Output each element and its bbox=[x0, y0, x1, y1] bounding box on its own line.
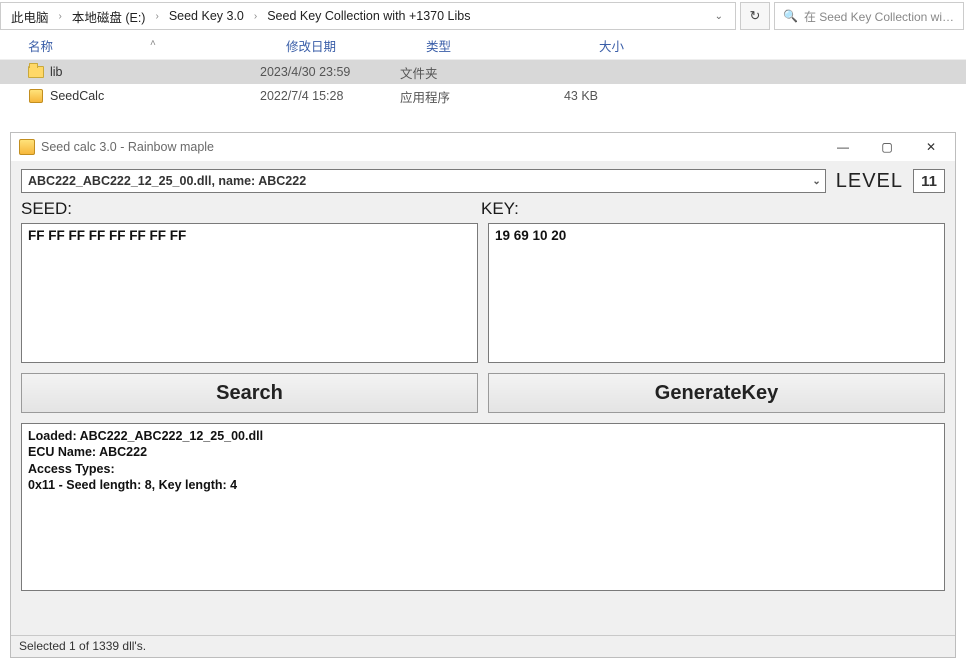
explorer-search-input[interactable]: 🔍 在 Seed Key Collection wit... bbox=[774, 2, 964, 30]
search-placeholder: 在 Seed Key Collection wit... bbox=[804, 8, 955, 25]
seedcalc-window: Seed calc 3.0 - Rainbow maple — ▢ ✕ ABC2… bbox=[10, 132, 956, 658]
chevron-right-icon: › bbox=[252, 11, 259, 22]
dll-select[interactable]: ABC222_ABC222_12_25_00.dll, name: ABC222… bbox=[21, 169, 826, 193]
file-size: 43 KB bbox=[518, 89, 598, 103]
dll-selected-value: ABC222_ABC222_12_25_00.dll, name: ABC222 bbox=[28, 174, 306, 188]
level-value: 11 bbox=[921, 173, 937, 190]
level-label: LEVEL bbox=[836, 170, 903, 193]
column-date[interactable]: 修改日期 bbox=[286, 36, 426, 55]
folder-icon bbox=[26, 66, 46, 78]
breadcrumb[interactable]: Seed Key Collection with +1370 Libs bbox=[263, 7, 474, 25]
app-icon bbox=[19, 139, 35, 155]
search-button[interactable]: Search bbox=[21, 373, 478, 413]
seed-value: FF FF FF FF FF FF FF FF bbox=[28, 228, 186, 243]
breadcrumb[interactable]: 此电脑 bbox=[7, 5, 53, 28]
file-date: 2023/4/30 23:59 bbox=[260, 65, 400, 79]
file-name: SeedCalc bbox=[50, 89, 104, 103]
chevron-down-icon[interactable]: ⌄ bbox=[709, 9, 729, 24]
maximize-icon: ▢ bbox=[881, 140, 892, 154]
search-icon: 🔍 bbox=[783, 9, 798, 23]
key-label: KEY: bbox=[481, 199, 519, 219]
column-size[interactable]: 大小 bbox=[544, 36, 624, 55]
file-date: 2022/7/4 15:28 bbox=[260, 89, 400, 103]
column-name[interactable]: 名称 bbox=[28, 36, 286, 55]
list-item[interactable]: SeedCalc 2022/7/4 15:28 应用程序 43 KB bbox=[0, 84, 966, 108]
explorer-toolbar: 此电脑 › 本地磁盘 (E:) › Seed Key 3.0 › Seed Ke… bbox=[0, 0, 966, 32]
status-bar: Selected 1 of 1339 dll's. bbox=[11, 635, 955, 657]
refresh-button[interactable]: ↻ bbox=[740, 2, 770, 30]
level-input[interactable]: 11 bbox=[913, 169, 945, 193]
breadcrumb[interactable]: Seed Key 3.0 bbox=[165, 7, 248, 25]
app-icon bbox=[26, 89, 46, 103]
refresh-icon: ↻ bbox=[750, 8, 761, 24]
maximize-button[interactable]: ▢ bbox=[865, 133, 909, 161]
column-headers: ˄ 名称 修改日期 类型 大小 bbox=[0, 32, 966, 60]
minimize-icon: — bbox=[837, 140, 849, 154]
close-icon: ✕ bbox=[926, 140, 936, 154]
sort-indicator-icon: ˄ bbox=[150, 38, 156, 49]
client-area: ABC222_ABC222_12_25_00.dll, name: ABC222… bbox=[11, 161, 955, 657]
file-explorer: 此电脑 › 本地磁盘 (E:) › Seed Key 3.0 › Seed Ke… bbox=[0, 0, 966, 132]
list-item[interactable]: lib 2023/4/30 23:59 文件夹 bbox=[0, 60, 966, 84]
status-text: Selected 1 of 1339 dll's. bbox=[19, 639, 146, 653]
key-value: 19 69 10 20 bbox=[495, 228, 566, 243]
search-button-label: Search bbox=[216, 382, 283, 405]
chevron-right-icon: › bbox=[153, 11, 160, 22]
seed-input[interactable]: FF FF FF FF FF FF FF FF bbox=[21, 223, 478, 363]
breadcrumb[interactable]: 本地磁盘 (E:) bbox=[68, 5, 150, 28]
close-button[interactable]: ✕ bbox=[909, 133, 953, 161]
address-bar[interactable]: 此电脑 › 本地磁盘 (E:) › Seed Key 3.0 › Seed Ke… bbox=[0, 2, 736, 30]
column-type[interactable]: 类型 bbox=[426, 36, 544, 55]
file-type: 文件夹 bbox=[400, 63, 518, 82]
generate-key-button[interactable]: GenerateKey bbox=[488, 373, 945, 413]
title-bar[interactable]: Seed calc 3.0 - Rainbow maple — ▢ ✕ bbox=[11, 133, 955, 161]
chevron-down-icon: ⌄ bbox=[812, 176, 820, 187]
key-output[interactable]: 19 69 10 20 bbox=[488, 223, 945, 363]
file-type: 应用程序 bbox=[400, 87, 518, 106]
seed-label: SEED: bbox=[21, 199, 481, 219]
file-name: lib bbox=[50, 65, 63, 79]
minimize-button[interactable]: — bbox=[821, 133, 865, 161]
log-output[interactable]: Loaded: ABC222_ABC222_12_25_00.dll ECU N… bbox=[21, 423, 945, 591]
window-title: Seed calc 3.0 - Rainbow maple bbox=[41, 140, 214, 154]
chevron-right-icon: › bbox=[57, 11, 64, 22]
generate-key-button-label: GenerateKey bbox=[655, 382, 778, 405]
